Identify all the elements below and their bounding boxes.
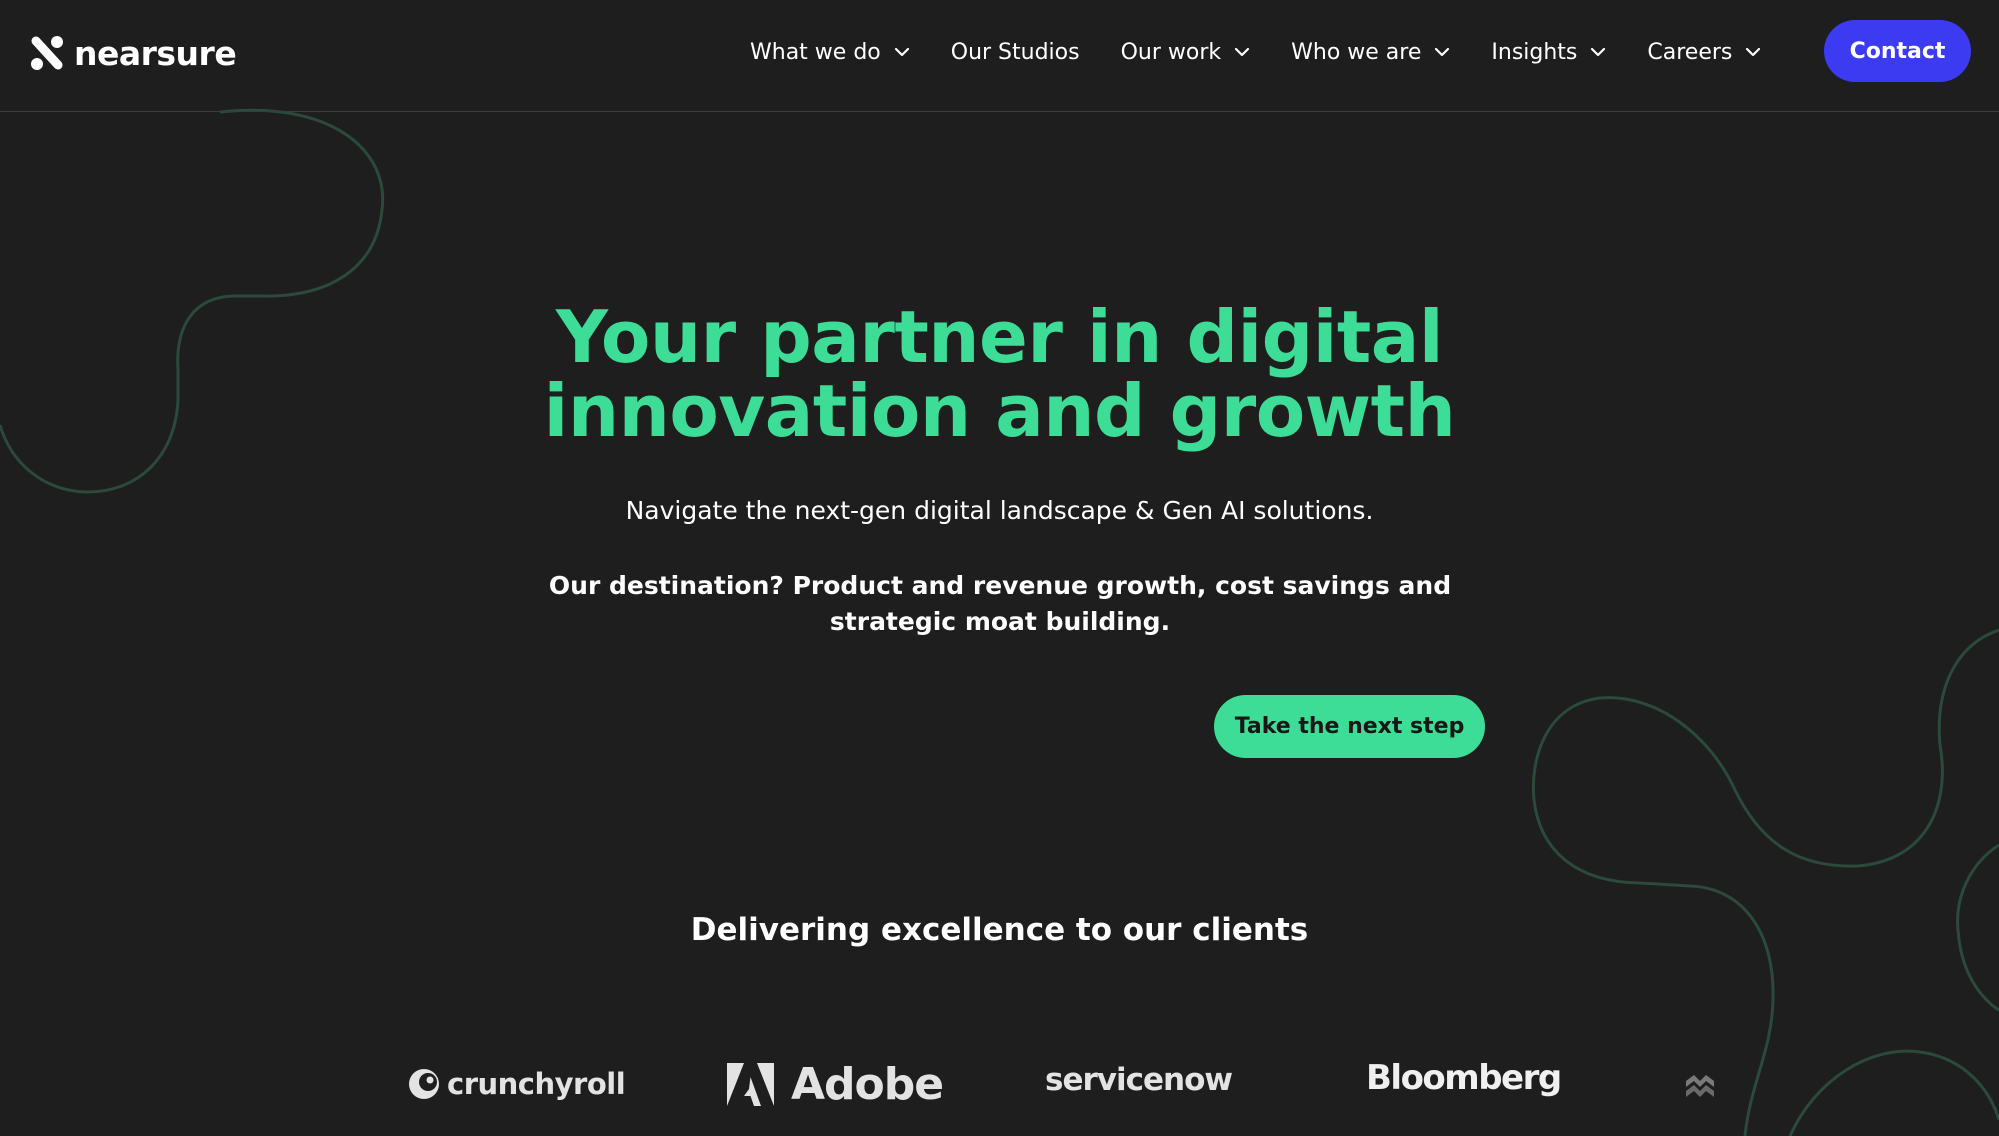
nearsure-logo-icon: [31, 36, 63, 70]
brand-name: nearsure: [74, 33, 237, 73]
nav-item-label: Our Studios: [950, 39, 1080, 65]
nav-item-label: Who we are: [1291, 39, 1422, 65]
client-logo-bloomberg: Bloomberg: [1366, 1048, 1562, 1108]
partial-client-logo-icon: [1686, 1075, 1714, 1097]
nav-item-label: Our work: [1120, 39, 1222, 65]
hero-title-line-2: innovation and growth: [543, 369, 1456, 453]
client-logos-strip: crunchyroll Adobe servicenow Bloomberg: [0, 1050, 1999, 1120]
client-name: servicenow: [1045, 1062, 1233, 1098]
clients-title: Delivering excellence to our clients: [690, 912, 1309, 948]
nav-item-label: Insights: [1491, 39, 1578, 65]
hero-title-line-1: Your partner in digital: [555, 295, 1444, 379]
hero-title: Your partner in digital innovation and g…: [0, 300, 1999, 448]
adobe-logo-icon: [727, 1062, 774, 1106]
nav-item-careers[interactable]: Careers: [1647, 40, 1761, 65]
chevron-down-icon: [894, 47, 909, 57]
client-logo-adobe: Adobe: [727, 1054, 944, 1114]
client-name: crunchyroll: [447, 1067, 626, 1101]
nav-item-insights[interactable]: Insights: [1491, 40, 1606, 65]
nav-item-what-we-do[interactable]: What we do: [750, 40, 910, 65]
client-logo-servicenow: servicenow: [1045, 1050, 1233, 1110]
chevron-down-icon: [1746, 47, 1761, 57]
hero-destination-text: Our destination? Product and revenue gro…: [548, 571, 1452, 636]
take-next-step-button[interactable]: Take the next step: [1214, 695, 1485, 758]
nav-item-our-studios[interactable]: Our Studios: [951, 40, 1080, 65]
chevron-down-icon: [1235, 47, 1250, 57]
main-nav: What we do Our Studios Our work Who we a…: [750, 30, 1802, 74]
client-logo-crunchyroll: crunchyroll: [407, 1054, 626, 1114]
nav-item-label: Careers: [1647, 39, 1733, 65]
client-logo-partial: [1684, 1057, 1716, 1117]
nav-item-our-work[interactable]: Our work: [1121, 40, 1251, 65]
hero-subtitle: Navigate the next-gen digital landscape …: [625, 496, 1374, 525]
nav-item-label: What we do: [750, 39, 881, 65]
chevron-down-icon: [1591, 47, 1606, 57]
chevron-down-icon: [1435, 47, 1450, 57]
crunchyroll-logo-icon: [409, 1069, 439, 1099]
client-name: Adobe: [791, 1058, 944, 1110]
contact-button[interactable]: Contact: [1824, 20, 1971, 82]
client-name: Bloomberg: [1366, 1058, 1562, 1098]
nav-item-who-we-are[interactable]: Who we are: [1291, 40, 1450, 65]
brand-logo[interactable]: nearsure: [28, 30, 237, 76]
top-navbar: nearsure What we do Our Studios Our work…: [0, 0, 1999, 112]
